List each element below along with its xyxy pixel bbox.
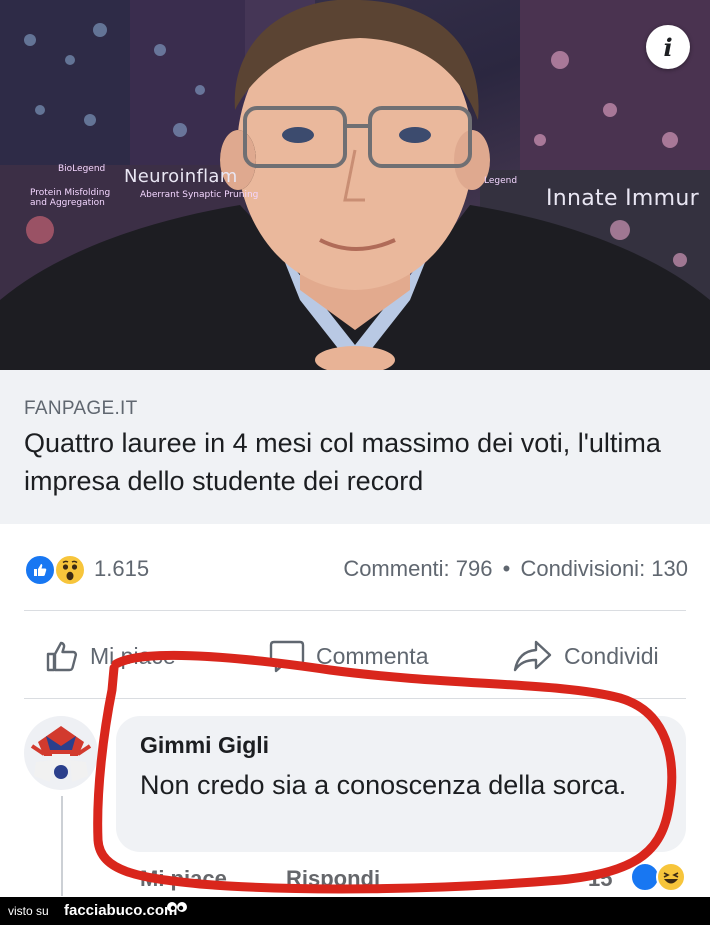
divider-bottom (24, 698, 686, 699)
link-source: FANPAGE.IT (24, 398, 138, 419)
eyes-icon (167, 902, 187, 912)
info-icon[interactable]: i (646, 25, 690, 69)
comment-time[interactable]: 15 (588, 866, 612, 892)
thumbs-up-icon (46, 641, 78, 672)
link-title[interactable]: Quattro lauree in 4 mesi col massimo dei… (24, 424, 694, 500)
hero-photo[interactable]: BioLegend Neuroinflam Protein Misfolding… (0, 0, 710, 370)
comment-icon (269, 640, 305, 673)
avatar[interactable] (24, 716, 98, 790)
watermark-site[interactable]: facciabuco.com (64, 902, 177, 919)
reactions-bar: 1.615 Commenti: 796 • Condivisioni: 130 (24, 552, 688, 588)
comments-count[interactable]: Commenti: 796 (343, 556, 492, 581)
comment-haha-icon (656, 862, 686, 892)
comment-button-label: Commenta (316, 642, 429, 669)
reaction-count[interactable]: 1.615 (94, 556, 149, 582)
poster-label-aberrant: Aberrant Synaptic Pruning (140, 190, 259, 200)
poster-label-biolegend: BioLegend (58, 164, 106, 174)
divider-top (24, 610, 686, 611)
share-button[interactable]: Condividi (512, 634, 659, 678)
comment-button[interactable]: Commenta (268, 634, 428, 678)
poster-label-protein: Protein Misfolding and Aggregation (30, 188, 111, 208)
post-stats: Commenti: 796 • Condivisioni: 130 (343, 556, 688, 582)
poster-label-legend: Legend (484, 176, 518, 186)
watermark-visto: visto su (8, 904, 49, 918)
stats-separator: • (502, 556, 511, 581)
wow-icon[interactable] (54, 554, 86, 586)
like-button-label: Mi piace (90, 642, 176, 669)
comment-like-link[interactable]: Mi piace (140, 866, 227, 892)
watermark-bar: visto su facciabuco.com (0, 897, 710, 925)
poster-label-neuro: Neuroinflam (124, 166, 238, 187)
comment-text: Non credo sia a conoscenza della sorca. (140, 770, 627, 800)
hero-illustration (0, 0, 710, 370)
share-icon (513, 640, 552, 672)
comment-author[interactable]: Gimmi Gigli (140, 732, 269, 759)
poster-label-innate: Innate Immur (546, 186, 699, 211)
share-button-label: Condividi (564, 642, 659, 669)
like-button[interactable]: Mi piace (44, 634, 176, 678)
thread-line (61, 796, 63, 896)
comment-reply-link[interactable]: Rispondi (286, 866, 380, 892)
shares-count[interactable]: Condivisioni: 130 (520, 556, 688, 581)
like-icon[interactable] (24, 554, 56, 586)
robot-avatar-icon (30, 726, 92, 782)
